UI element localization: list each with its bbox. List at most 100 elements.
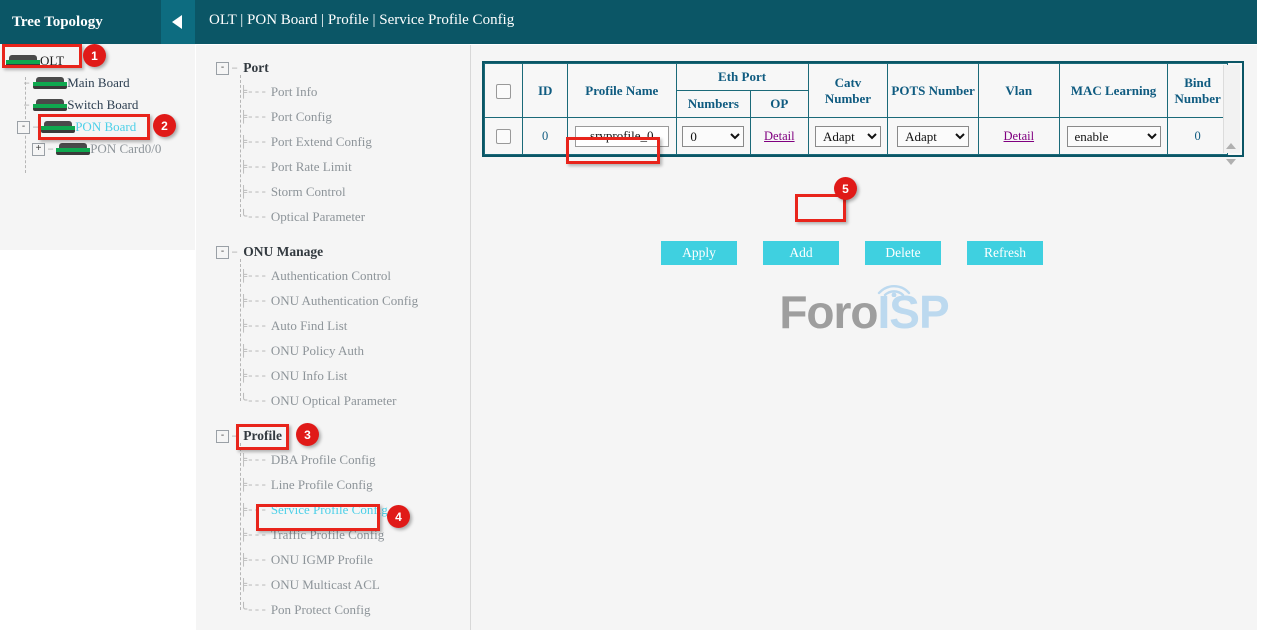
tree-node-main-board[interactable]: – Main Board — [0, 72, 195, 94]
refresh-button[interactable]: Refresh — [967, 241, 1043, 265]
tree-branch-icon: ╞--- — [240, 478, 267, 492]
tree-branch-icon: ╞--- — [240, 503, 267, 517]
table-vertical-scrollbar[interactable] — [1223, 65, 1240, 153]
tree-node-label: Switch Board — [67, 97, 138, 113]
chevron-left-glyph — [171, 14, 185, 30]
tree-branch-dash: – — [32, 120, 39, 134]
nav-item-dba-profile-config[interactable]: ╞--- DBA Profile Config — [236, 447, 470, 472]
header-pots-number: POTS Number — [888, 64, 978, 118]
header-bind-number-line1: Bind — [1184, 75, 1211, 90]
nav-item-onu-authentication-config[interactable]: ╞--- ONU Authentication Config — [236, 288, 470, 313]
nav-item-optical-parameter[interactable]: ╰--- Optical Parameter — [236, 204, 470, 229]
tree-branch-icon: ╞--- — [240, 578, 267, 592]
nav-item-storm-control[interactable]: ╞--- Storm Control — [236, 179, 470, 204]
apply-button[interactable]: Apply — [661, 241, 737, 265]
cell-bind-number: 0 — [1168, 118, 1228, 155]
nav-group-onu-manage: - – ONU Manage ╞--- Authentication Contr… — [196, 241, 470, 413]
cell-eth-numbers: 0 — [676, 118, 751, 155]
tree-branch-icon: ╞--- — [240, 135, 267, 149]
nav-item-onu-info-list[interactable]: ╞--- ONU Info List — [236, 363, 470, 388]
signal-waves-icon — [867, 271, 921, 297]
foroisp-watermark: ForoISP — [471, 285, 1257, 339]
tree-topology-body: OLT – Main Board – Switch Board - – — [0, 44, 195, 160]
tree-expander-collapse-icon[interactable]: - — [216, 246, 229, 259]
nav-group-label: Profile — [243, 428, 282, 444]
profile-name-input[interactable] — [575, 126, 669, 147]
nav-group-label: Port — [243, 60, 268, 76]
tree-node-switch-board[interactable]: – Switch Board — [0, 94, 195, 116]
nav-item-traffic-profile-config[interactable]: ╞--- Traffic Profile Config — [236, 522, 470, 547]
tree-branch-icon: ╰--- — [240, 602, 267, 617]
device-icon — [41, 121, 75, 133]
eth-op-detail-link[interactable]: Detail — [764, 129, 795, 143]
tree-branch-icon: ╞--- — [240, 110, 267, 124]
add-button[interactable]: Add — [763, 241, 839, 265]
tree-branch-icon: ╞--- — [240, 294, 267, 308]
device-icon — [33, 99, 67, 111]
device-icon — [56, 143, 90, 155]
watermark-text-isp: ISP — [878, 286, 949, 338]
header-eth-numbers: Numbers — [676, 91, 751, 118]
nav-item-service-profile-config[interactable]: ╞--- Service Profile Config — [236, 497, 470, 522]
nav-item-line-profile-config[interactable]: ╞--- Line Profile Config — [236, 472, 470, 497]
nav-item-auto-find-list[interactable]: ╞--- Auto Find List — [236, 313, 470, 338]
nav-group-port-header[interactable]: - – Port — [196, 57, 470, 79]
nav-item-label: Port Extend Config — [271, 134, 372, 150]
tree-expander-collapse-icon[interactable]: - — [17, 121, 30, 134]
tree-branch-icon: ╰--- — [240, 393, 267, 408]
nav-item-onu-multicast-acl[interactable]: ╞--- ONU Multicast ACL — [236, 572, 470, 597]
nav-item-pon-protect-config[interactable]: ╰--- Pon Protect Config — [236, 597, 470, 622]
watermark-text: ForoISP — [471, 285, 1257, 339]
nav-group-profile-header[interactable]: - – Profile — [196, 425, 470, 447]
tree-branch-icon: ╞--- — [240, 269, 267, 283]
pots-number-select[interactable]: Adapt — [897, 126, 969, 147]
header-profile-name: Profile Name — [568, 64, 677, 118]
nav-item-label: Service Profile Config — [271, 502, 388, 518]
page-right-gutter — [1257, 0, 1271, 630]
nav-item-label: Pon Protect Config — [271, 602, 371, 618]
tree-node-olt[interactable]: OLT — [0, 50, 195, 72]
nav-group-profile-items: ╞--- DBA Profile Config ╞--- Line Profil… — [236, 447, 470, 622]
nav-item-port-rate-limit[interactable]: ╞--- Port Rate Limit — [236, 154, 470, 179]
row-select-cell — [485, 118, 523, 155]
tree-topology-title: Tree Topology — [12, 14, 103, 31]
catv-number-select[interactable]: Adapt — [815, 126, 881, 147]
nav-item-onu-policy-auth[interactable]: ╞--- ONU Policy Auth — [236, 338, 470, 363]
nav-group-onu-manage-header[interactable]: - – ONU Manage — [196, 241, 470, 263]
triangle-up-icon[interactable] — [1226, 143, 1236, 149]
action-button-bar: Apply Add Delete Refresh — [471, 241, 1233, 265]
nav-item-label: DBA Profile Config — [271, 452, 376, 468]
chevron-left-icon[interactable] — [161, 0, 195, 44]
triangle-down-icon[interactable] — [1226, 159, 1236, 165]
tree-expander-collapse-icon[interactable]: - — [216, 430, 229, 443]
row-checkbox[interactable] — [496, 129, 511, 144]
tree-expander-expand-icon[interactable]: + — [32, 143, 45, 156]
tree-node-pon-card[interactable]: + – PON Card0/0 — [0, 138, 195, 160]
nav-item-port-info[interactable]: ╞--- Port Info — [236, 79, 470, 104]
select-all-checkbox[interactable] — [496, 84, 511, 99]
nav-item-label: ONU Authentication Config — [271, 293, 418, 309]
nav-item-port-extend-config[interactable]: ╞--- Port Extend Config — [236, 129, 470, 154]
header-eth-op: OP — [751, 91, 808, 118]
eth-numbers-select[interactable]: 0 — [682, 126, 744, 147]
profile-grid: ID Profile Name Eth Port Catv Number POT… — [484, 63, 1228, 155]
nav-group-profile: - – Profile ╞--- DBA Profile Config ╞---… — [196, 425, 470, 622]
header-bind-number-line2: Number — [1175, 91, 1221, 106]
nav-item-onu-optical-parameter[interactable]: ╰--- ONU Optical Parameter — [236, 388, 470, 413]
nav-item-label: ONU Info List — [271, 368, 348, 384]
nav-item-label: Port Rate Limit — [271, 159, 352, 175]
tree-branch-dash: – — [231, 61, 238, 75]
tree-node-pon-board[interactable]: - – PON Board — [0, 116, 195, 138]
nav-group-label: ONU Manage — [243, 244, 323, 260]
delete-button[interactable]: Delete — [865, 241, 941, 265]
tree-expander-collapse-icon[interactable]: - — [216, 62, 229, 75]
header-eth-port: Eth Port — [676, 64, 808, 91]
tree-topology-header: Tree Topology — [0, 0, 195, 44]
select-all-header — [485, 64, 523, 118]
nav-item-onu-igmp-profile[interactable]: ╞--- ONU IGMP Profile — [236, 547, 470, 572]
nav-item-authentication-control[interactable]: ╞--- Authentication Control — [236, 263, 470, 288]
nav-item-port-config[interactable]: ╞--- Port Config — [236, 104, 470, 129]
nav-item-label: ONU Optical Parameter — [271, 393, 397, 409]
mac-learning-select[interactable]: enable — [1067, 126, 1161, 147]
vlan-detail-link[interactable]: Detail — [1004, 129, 1035, 143]
